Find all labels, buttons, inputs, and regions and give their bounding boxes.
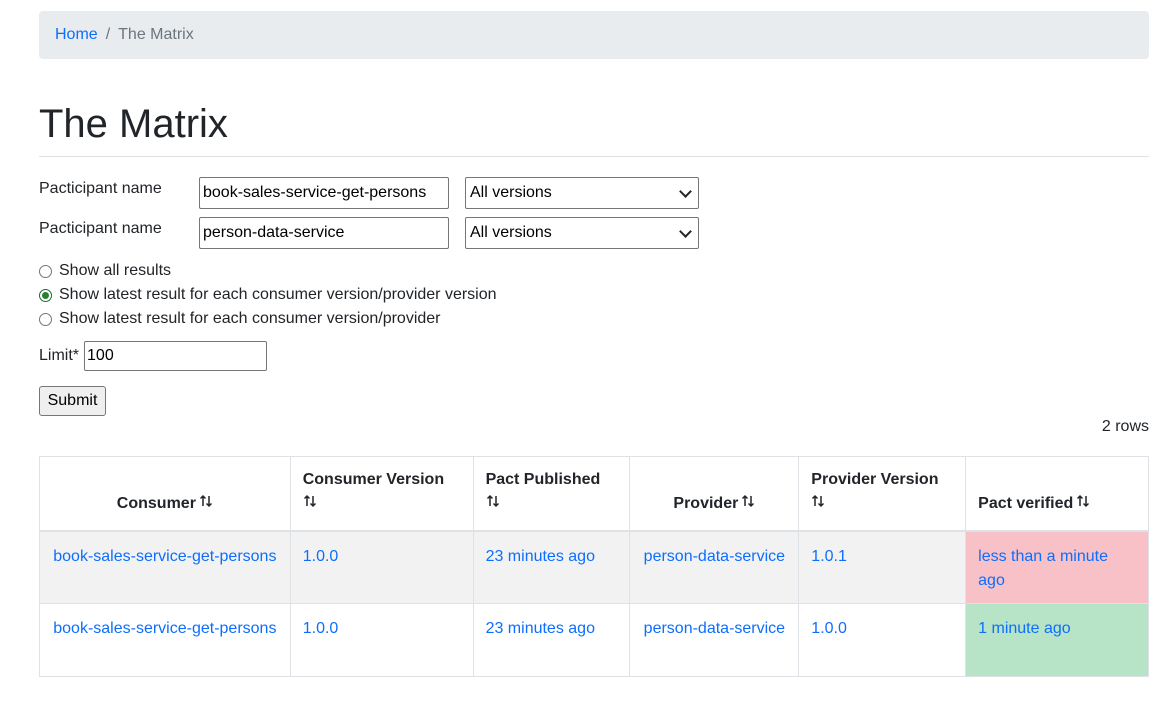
column-header-label: Pact Published bbox=[485, 470, 601, 488]
provider-link[interactable]: person-data-service bbox=[644, 620, 785, 637]
column-header-label: Consumer bbox=[116, 494, 196, 512]
breadcrumb: Home / The Matrix bbox=[39, 11, 1149, 59]
limit-row: Limit* bbox=[39, 341, 268, 371]
pact-published-cell: 23 minutes ago bbox=[472, 603, 631, 677]
sort-icon[interactable] bbox=[486, 494, 500, 508]
radio-button-show-all[interactable] bbox=[39, 264, 52, 278]
title-divider bbox=[39, 156, 1149, 157]
radio-label: Show latest result for each consumer ver… bbox=[59, 286, 497, 303]
radio-option-latest-per-version[interactable]: Show latest result for each consumer ver… bbox=[39, 283, 497, 307]
consumer-cell: book-sales-service-get-persons bbox=[39, 603, 291, 677]
column-header-label: Consumer Version bbox=[302, 470, 445, 488]
provider-version-link[interactable]: 1.0.1 bbox=[811, 548, 847, 565]
matrix-page: Home / The Matrix The Matrix Pacticipant… bbox=[0, 0, 1169, 714]
provider-version-link[interactable]: 1.0.0 bbox=[811, 620, 847, 637]
breadcrumb-separator: / bbox=[105, 26, 111, 43]
filter-row-1: Pacticipant name All versions bbox=[39, 177, 699, 209]
pact-verified-link[interactable]: 1 minute ago bbox=[978, 620, 1071, 637]
column-header-consumer[interactable]: Consumer bbox=[39, 456, 291, 532]
column-header-provider-version[interactable]: Provider Version bbox=[798, 456, 967, 532]
sort-icon[interactable] bbox=[303, 494, 317, 508]
table-row: book-sales-service-get-persons 1.0.0 23 … bbox=[39, 530, 1149, 604]
row-count: 2 rows bbox=[1101, 418, 1149, 435]
consumer-version-link[interactable]: 1.0.0 bbox=[303, 620, 339, 637]
column-header-pact-published[interactable]: Pact Published bbox=[472, 456, 631, 532]
pact-verified-link[interactable]: less than a minute ago bbox=[978, 548, 1108, 589]
version-select-value: All versions bbox=[470, 184, 552, 201]
sort-icon[interactable] bbox=[811, 494, 825, 508]
sort-icon[interactable] bbox=[741, 494, 755, 508]
provider-cell: person-data-service bbox=[629, 603, 800, 677]
radio-label: Show latest result for each consumer ver… bbox=[59, 310, 441, 327]
radio-button-latest-per-provider[interactable] bbox=[39, 312, 52, 326]
pacticipant-name-label: Pacticipant name bbox=[39, 220, 162, 237]
provider-version-cell: 1.0.0 bbox=[798, 603, 967, 677]
breadcrumb-current: The Matrix bbox=[118, 26, 194, 43]
radio-option-show-all[interactable]: Show all results bbox=[39, 259, 171, 283]
table-row: book-sales-service-get-persons 1.0.0 23 … bbox=[39, 603, 1149, 677]
limit-input[interactable] bbox=[84, 341, 268, 371]
sort-icon[interactable] bbox=[199, 494, 213, 508]
version-select-1[interactable]: All versions bbox=[465, 177, 699, 209]
provider-cell: person-data-service bbox=[629, 530, 800, 604]
pacticipant-name-input-2[interactable] bbox=[199, 217, 449, 249]
radio-option-latest-per-provider[interactable]: Show latest result for each consumer ver… bbox=[39, 307, 441, 331]
pacticipant-name-input-1[interactable] bbox=[199, 177, 449, 209]
breadcrumb-home-link[interactable]: Home bbox=[55, 26, 98, 44]
pact-published-cell: 23 minutes ago bbox=[472, 530, 631, 604]
pact-published-link[interactable]: 23 minutes ago bbox=[486, 548, 595, 565]
table-header-row: Consumer Consumer Version Pact Published… bbox=[39, 456, 1149, 532]
column-header-pact-verified[interactable]: Pact verified bbox=[965, 456, 1149, 532]
provider-version-cell: 1.0.1 bbox=[798, 530, 967, 604]
chevron-down-icon bbox=[679, 184, 692, 198]
radio-label: Show all results bbox=[59, 262, 172, 279]
consumer-version-cell: 1.0.0 bbox=[289, 603, 474, 677]
pact-verified-cell-success: 1 minute ago bbox=[965, 603, 1149, 677]
chevron-down-icon bbox=[679, 224, 692, 238]
column-header-consumer-version[interactable]: Consumer Version bbox=[289, 456, 474, 532]
pact-published-link[interactable]: 23 minutes ago bbox=[486, 620, 595, 637]
page-title: The Matrix bbox=[39, 102, 228, 146]
pacticipant-name-label: Pacticipant name bbox=[39, 180, 162, 197]
consumer-link[interactable]: book-sales-service-get-persons bbox=[53, 548, 276, 565]
column-header-label: Provider Version bbox=[811, 470, 939, 488]
submit-button[interactable]: Submit bbox=[39, 386, 106, 416]
radio-button-latest-per-version[interactable] bbox=[39, 288, 52, 302]
sort-icon[interactable] bbox=[1076, 494, 1090, 508]
version-select-value: All versions bbox=[470, 224, 552, 241]
consumer-version-link[interactable]: 1.0.0 bbox=[303, 548, 339, 565]
column-header-provider[interactable]: Provider bbox=[629, 456, 800, 532]
column-header-label: Provider bbox=[673, 494, 739, 512]
filter-row-2: Pacticipant name All versions bbox=[39, 217, 699, 249]
provider-link[interactable]: person-data-service bbox=[644, 548, 785, 565]
column-header-label: Pact verified bbox=[978, 494, 1074, 512]
consumer-link[interactable]: book-sales-service-get-persons bbox=[53, 620, 276, 637]
version-select-2[interactable]: All versions bbox=[465, 217, 699, 249]
matrix-table: Consumer Consumer Version Pact Published… bbox=[39, 456, 1149, 677]
limit-label: Limit* bbox=[39, 347, 80, 364]
consumer-version-cell: 1.0.0 bbox=[289, 530, 474, 604]
consumer-cell: book-sales-service-get-persons bbox=[39, 530, 291, 604]
pact-verified-cell-failed: less than a minute ago bbox=[965, 530, 1149, 604]
